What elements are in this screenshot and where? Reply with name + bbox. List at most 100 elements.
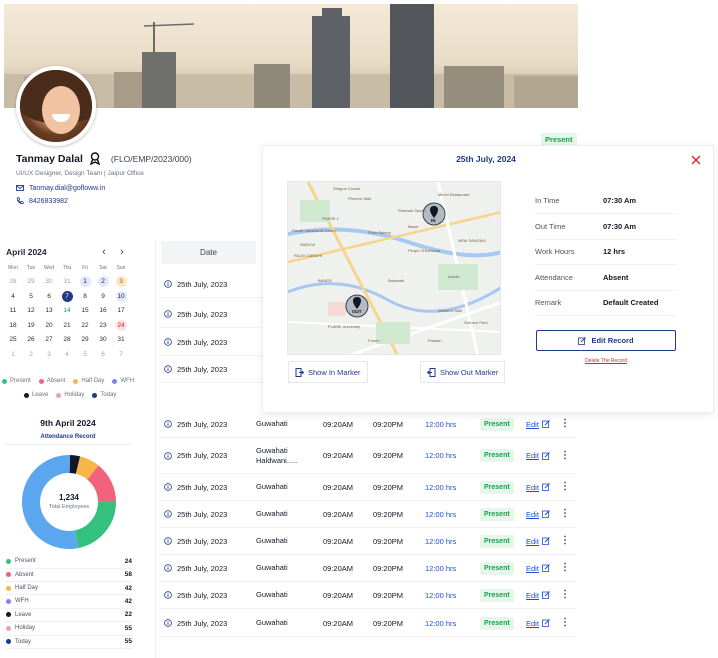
table-row[interactable]: 25th July, 2023 Guwahati 09:20AM 09:20PM … [158,555,576,582]
table-row[interactable]: 25th July, 2023 Guwahati 09:20AM 09:20PM … [158,474,576,501]
calendar-day[interactable]: 30 [94,333,112,348]
row-edit-link[interactable]: Edit [526,537,560,546]
calendar-day[interactable]: 8 [76,290,94,305]
calendar-day[interactable]: 17 [112,304,130,319]
legend-dot [56,392,62,398]
calendar-day[interactable]: 26 [22,333,40,348]
calendar-day[interactable]: 10 [112,290,130,305]
row-edit-link[interactable]: Edit [526,510,560,519]
row-edit-link[interactable]: Edit [526,451,560,460]
row-edit-link[interactable]: Edit [526,619,560,628]
more-options-icon[interactable]: ⋮ [560,450,570,460]
calendar-day[interactable]: 23 [94,319,112,334]
calendar-day[interactable]: 4 [58,348,76,363]
info-icon[interactable] [164,451,172,460]
info-icon[interactable] [164,310,172,318]
calendar-day[interactable]: 7 [58,290,76,305]
calendar-day[interactable]: 15 [76,304,94,319]
calendar-day[interactable]: 5 [22,290,40,305]
info-icon[interactable] [164,510,172,518]
more-options-icon[interactable]: ⋮ [560,536,570,546]
out-marker[interactable]: OUT [345,294,369,318]
detail-field-value: Default Created [603,298,659,308]
close-icon[interactable] [691,155,701,165]
in-marker[interactable]: IN [422,202,446,226]
calendar-day[interactable]: 22 [76,319,94,334]
calendar-day[interactable]: 13 [40,304,58,319]
info-icon[interactable] [164,420,172,428]
calendar-day[interactable]: 18 [4,319,22,334]
info-icon[interactable] [164,591,172,599]
phone-contact[interactable]: 8426833982 [16,197,68,205]
calendar-day[interactable]: 14 [58,304,76,319]
calendar-day[interactable]: 19 [22,319,40,334]
location-map[interactable]: Shagun Chowk Pandit Jawaharlal Nehru SAN… [287,181,501,355]
more-options-icon[interactable]: ⋮ [560,509,570,519]
more-options-icon[interactable]: ⋮ [560,482,570,492]
more-options-icon[interactable]: ⋮ [560,618,570,628]
more-options-icon[interactable]: ⋮ [560,563,570,573]
delete-record-link[interactable]: Delete The Record [536,358,676,364]
calendar-day[interactable]: 1 [76,275,94,290]
calendar-day[interactable]: 21 [58,319,76,334]
table-row[interactable]: 25th July, 2023 Guwahati 09:20AM 09:20PM … [158,528,576,555]
info-icon[interactable] [164,280,172,288]
info-icon[interactable] [164,483,172,491]
email-contact[interactable]: Tanmay.dial@gofloww.in [16,184,105,192]
calendar-day[interactable]: 2 [22,348,40,363]
calendar-next-button[interactable]: › [116,246,128,258]
row-edit-link[interactable]: Edit [526,483,560,492]
calendar-day[interactable]: 20 [40,319,58,334]
calendar-day[interactable]: 31 [112,333,130,348]
calendar-day[interactable]: 4 [4,290,22,305]
info-icon[interactable] [164,365,172,373]
calendar-day[interactable]: 3 [40,348,58,363]
calendar-day[interactable]: 28 [4,275,22,290]
calendar-day[interactable]: 7 [112,348,130,363]
calendar-day[interactable]: 29 [76,333,94,348]
date-column-header[interactable]: Date [161,241,256,264]
more-options-icon[interactable]: ⋮ [560,419,570,429]
map-graphic: Shagun Chowk Pandit Jawaharlal Nehru SAN… [288,182,500,354]
legend-dot [73,378,79,384]
map-place-label: Balewadi [388,278,404,283]
table-row[interactable]: 25th July, 2023 Guwahati Haldwani..... 09… [158,438,576,474]
calendar-day[interactable]: 12 [22,304,40,319]
calendar-day[interactable]: 29 [22,275,40,290]
info-icon[interactable] [164,338,172,346]
calendar-day[interactable]: 3 [112,275,130,290]
calendar-day[interactable]: 2 [94,275,112,290]
row-out-time: 09:20PM [373,618,404,628]
calendar-prev-button[interactable]: ‹ [98,246,110,258]
row-date: 25th July, 2023 [177,279,228,289]
more-options-icon[interactable]: ⋮ [560,590,570,600]
table-row[interactable]: 25th July, 2023 Guwahati 09:20AM 09:20PM … [158,501,576,528]
calendar-day[interactable]: 11 [4,304,22,319]
info-icon[interactable] [164,537,172,545]
row-edit-link[interactable]: Edit [526,564,560,573]
calendar-day[interactable]: 27 [40,333,58,348]
calendar-day[interactable]: 24 [112,319,130,334]
edit-record-button[interactable]: Edit Record [536,330,676,351]
stat-value: 22 [124,611,132,619]
row-location: Guwahati [256,536,288,545]
info-icon[interactable] [164,619,172,627]
calendar-day[interactable]: 16 [94,304,112,319]
table-row[interactable]: 25th July, 2023 Guwahati 09:20AM 09:20PM … [158,610,576,637]
calendar-day[interactable]: 28 [58,333,76,348]
calendar-day[interactable]: 6 [40,290,58,305]
calendar-day[interactable]: 6 [94,348,112,363]
calendar-day[interactable]: 25 [4,333,22,348]
table-row[interactable]: 25th July, 2023 Guwahati 09:20AM 09:20PM … [158,582,576,609]
show-in-marker-button[interactable]: Show In Marker [288,361,368,383]
row-edit-link[interactable]: Edit [526,591,560,600]
show-out-marker-button[interactable]: Show Out Marker [420,361,506,383]
calendar-day[interactable]: 1 [4,348,22,363]
row-edit-link[interactable]: Edit [526,420,560,429]
calendar-day[interactable]: 9 [94,290,112,305]
info-icon[interactable] [164,564,172,572]
calendar-day[interactable]: 5 [76,348,94,363]
calendar-day[interactable]: 31 [58,275,76,290]
calendar-day[interactable]: 30 [40,275,58,290]
table-row[interactable]: 25th July, 2023 Guwahati 09:20AM 09:20PM … [158,411,576,438]
